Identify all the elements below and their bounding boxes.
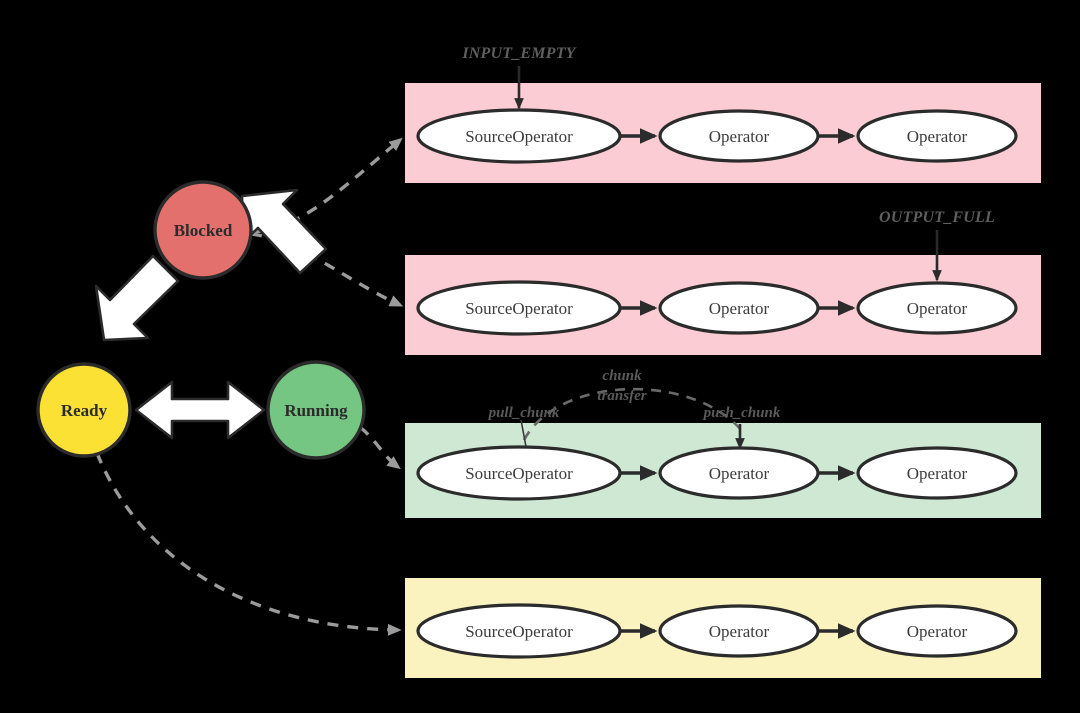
pipeline-ready[interactable]: SourceOperator Operator Operator — [405, 578, 1041, 678]
pull-chunk-label: pull_chunk — [487, 405, 560, 421]
chunk-transfer-label-line2: transfer — [597, 388, 646, 404]
operator-node-label-mid-p1: Operator — [709, 127, 770, 146]
diagram-canvas: INPUT_EMPTY SourceOperator Operator Oper… — [0, 0, 1080, 713]
operator-node-label-source-p3: SourceOperator — [465, 464, 573, 483]
state-label-ready: Ready — [61, 401, 108, 420]
transition-ready-running[interactable] — [134, 380, 266, 440]
state-label-blocked: Blocked — [174, 221, 233, 240]
operator-node-label-sink-p4: Operator — [907, 622, 968, 641]
operator-node-label-sink-p1: Operator — [907, 127, 968, 146]
operator-node-label-source-p1: SourceOperator — [465, 127, 573, 146]
event-label-input-empty: INPUT_EMPTY — [461, 45, 576, 62]
transition-running-to-blocked[interactable] — [240, 188, 328, 275]
state-machine-pipeline-diagram: INPUT_EMPTY SourceOperator Operator Oper… — [36, 45, 1041, 678]
white-double-arrow-ready-running — [134, 380, 266, 440]
operator-node-label-source-p2: SourceOperator — [465, 299, 573, 318]
operator-node-label-mid-p2: Operator — [709, 299, 770, 318]
white-arrow-blocked-to-ready — [94, 254, 180, 342]
pipeline-output-full[interactable]: OUTPUT_FULL SourceOperator Operator Oper… — [405, 209, 1041, 355]
state-node-blocked[interactable]: Blocked — [153, 180, 253, 280]
connector-running-to-pipeline-running — [358, 425, 401, 470]
operator-node-label-source-p4: SourceOperator — [465, 622, 573, 641]
state-node-running[interactable]: Running — [266, 360, 366, 460]
pipeline-input-empty[interactable]: INPUT_EMPTY SourceOperator Operator Oper… — [405, 45, 1041, 183]
operator-node-label-mid-p3: Operator — [709, 464, 770, 483]
operator-node-label-sink-p3: Operator — [907, 464, 968, 483]
operator-node-label-sink-p2: Operator — [907, 299, 968, 318]
white-arrow-running-to-blocked — [240, 188, 328, 275]
operator-node-label-mid-p4: Operator — [709, 622, 770, 641]
state-label-running: Running — [284, 401, 348, 420]
push-chunk-label: push_chunk — [702, 405, 781, 421]
connector-ready-to-pipeline-ready — [95, 452, 402, 636]
event-label-output-full: OUTPUT_FULL — [879, 209, 995, 226]
state-node-ready[interactable]: Ready — [36, 362, 132, 458]
pipeline-running[interactable]: chunk transfer pull_chunk push_chunk Sou… — [405, 368, 1041, 518]
transition-blocked-to-ready[interactable] — [94, 254, 180, 342]
chunk-transfer-label-line1: chunk — [602, 368, 642, 384]
